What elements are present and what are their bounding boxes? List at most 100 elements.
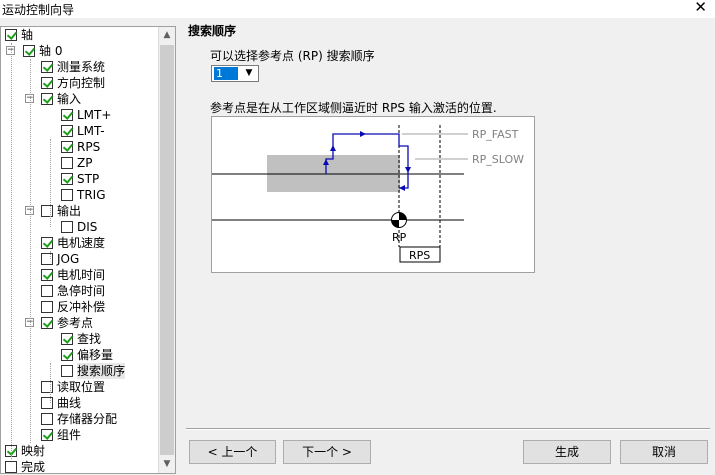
tree-item[interactable]: STP: [1, 171, 159, 187]
tree-item-label[interactable]: STP: [77, 171, 99, 187]
unchecked-checkbox[interactable]: [61, 365, 73, 377]
close-icon[interactable]: ✕: [694, 0, 707, 16]
unchecked-checkbox[interactable]: [41, 397, 53, 409]
page-title: 搜索顺序: [188, 24, 237, 38]
tree-item[interactable]: 组件: [1, 427, 159, 443]
checked-checkbox[interactable]: [61, 141, 73, 153]
tree-item-label[interactable]: 方向控制: [57, 75, 105, 91]
tree-item-label[interactable]: JOG: [57, 251, 79, 267]
tree-item-label[interactable]: ZP: [77, 155, 92, 171]
tree-item[interactable]: 搜索顺序: [1, 363, 159, 379]
tree-item[interactable]: 偏移量: [1, 347, 159, 363]
tree-item[interactable]: JOG: [1, 251, 159, 267]
tree-item-label[interactable]: 输出: [57, 203, 81, 219]
unchecked-checkbox[interactable]: [41, 381, 53, 393]
tree-item-label[interactable]: RPS: [77, 139, 100, 155]
finish-button[interactable]: 生成: [523, 440, 611, 464]
unchecked-checkbox[interactable]: [41, 301, 53, 313]
tree-item-label[interactable]: 电机速度: [57, 235, 105, 251]
checked-checkbox[interactable]: [61, 349, 73, 361]
tree-item[interactable]: 查找: [1, 331, 159, 347]
cancel-button[interactable]: 取消: [620, 440, 708, 464]
tree-item-label[interactable]: 轴 0: [39, 43, 62, 59]
tree-item[interactable]: − 输入: [1, 91, 159, 107]
unchecked-checkbox[interactable]: [61, 189, 73, 201]
tree-item[interactable]: 映射: [1, 443, 159, 459]
tree-item-label[interactable]: 输入: [57, 91, 81, 107]
search-order-value[interactable]: 1: [214, 67, 238, 80]
rp-label: RP: [392, 231, 407, 244]
checked-checkbox[interactable]: [61, 109, 73, 121]
tree-item-label[interactable]: 组件: [57, 427, 81, 443]
checked-checkbox[interactable]: [41, 93, 53, 105]
unchecked-checkbox[interactable]: [41, 285, 53, 297]
tree-item-label[interactable]: LMT-: [77, 123, 105, 139]
tree-item-label[interactable]: 轴: [21, 27, 33, 43]
tree-item-label[interactable]: 搜索顺序: [77, 363, 126, 379]
tree-item[interactable]: 完成: [1, 459, 159, 473]
tree-item-label[interactable]: DIS: [77, 219, 97, 235]
unchecked-checkbox[interactable]: [41, 205, 53, 217]
navigation-tree[interactable]: 轴 − 轴 0 测量系统 方向控制 − 输入 LMT+ LMT- RPS ZP STP TRIG − 输出 D…: [0, 26, 176, 474]
tree-item[interactable]: 曲线: [1, 395, 159, 411]
tree-item[interactable]: − 轴 0: [1, 43, 159, 59]
tree-item[interactable]: 反冲补偿: [1, 299, 159, 315]
checked-checkbox[interactable]: [23, 45, 35, 57]
tree-item[interactable]: 测量系统: [1, 59, 159, 75]
tree-scrollbar[interactable]: ▲ ▼: [158, 27, 175, 473]
next-button[interactable]: 下一个 >: [283, 440, 371, 464]
tree-item[interactable]: LMT-: [1, 123, 159, 139]
tree-item[interactable]: 存储器分配: [1, 411, 159, 427]
tree-item[interactable]: ZP: [1, 155, 159, 171]
checked-checkbox[interactable]: [61, 333, 73, 345]
arrow-right-icon: [360, 131, 366, 137]
tree-item-label[interactable]: 读取位置: [57, 379, 105, 395]
tree-item-label[interactable]: 查找: [77, 331, 101, 347]
checked-checkbox[interactable]: [41, 61, 53, 73]
search-order-combo[interactable]: 1 ▼: [211, 65, 259, 82]
tree-item-label[interactable]: 参考点: [57, 315, 93, 331]
tree-item[interactable]: RPS: [1, 139, 159, 155]
unchecked-checkbox[interactable]: [5, 461, 17, 473]
tree-item-label[interactable]: 急停时间: [57, 283, 105, 299]
tree-item[interactable]: 急停时间: [1, 283, 159, 299]
tree-item-label[interactable]: 存储器分配: [57, 411, 117, 427]
unchecked-checkbox[interactable]: [41, 413, 53, 425]
checked-checkbox[interactable]: [61, 125, 73, 137]
tree-item-label[interactable]: 曲线: [57, 395, 81, 411]
prev-button[interactable]: < 上一个: [189, 440, 276, 464]
tree-item-label[interactable]: 映射: [21, 443, 45, 459]
checked-checkbox[interactable]: [5, 29, 17, 41]
tree-item[interactable]: 电机速度: [1, 235, 159, 251]
tree-item[interactable]: − 输出: [1, 203, 159, 219]
unchecked-checkbox[interactable]: [41, 253, 53, 265]
scroll-thumb[interactable]: [160, 45, 174, 455]
tree-connector: [11, 43, 12, 459]
scroll-down-icon[interactable]: ▼: [159, 456, 175, 473]
tree-item[interactable]: − 参考点: [1, 315, 159, 331]
tree-item-label[interactable]: TRIG: [77, 187, 106, 203]
checked-checkbox[interactable]: [41, 269, 53, 281]
tree-item-label[interactable]: 完成: [21, 459, 45, 473]
tree-item[interactable]: TRIG: [1, 187, 159, 203]
tree-item[interactable]: DIS: [1, 219, 159, 235]
unchecked-checkbox[interactable]: [61, 157, 73, 169]
tree-item-label[interactable]: 测量系统: [57, 59, 105, 75]
tree-item[interactable]: LMT+: [1, 107, 159, 123]
tree-item-label[interactable]: LMT+: [77, 107, 111, 123]
tree-item-label[interactable]: 反冲补偿: [57, 299, 105, 315]
scroll-up-icon[interactable]: ▲: [159, 27, 175, 44]
checked-checkbox[interactable]: [41, 429, 53, 441]
checked-checkbox[interactable]: [41, 317, 53, 329]
checked-checkbox[interactable]: [61, 173, 73, 185]
unchecked-checkbox[interactable]: [61, 221, 73, 233]
tree-item-label[interactable]: 偏移量: [77, 347, 113, 363]
tree-item[interactable]: 轴: [1, 27, 159, 43]
tree-item-label[interactable]: 电机时间: [57, 267, 105, 283]
tree-item[interactable]: 电机时间: [1, 267, 159, 283]
checked-checkbox[interactable]: [41, 237, 53, 249]
chevron-down-icon[interactable]: ▼: [241, 67, 257, 80]
tree-item[interactable]: 读取位置: [1, 379, 159, 395]
checked-checkbox[interactable]: [41, 77, 53, 89]
tree-item[interactable]: 方向控制: [1, 75, 159, 91]
